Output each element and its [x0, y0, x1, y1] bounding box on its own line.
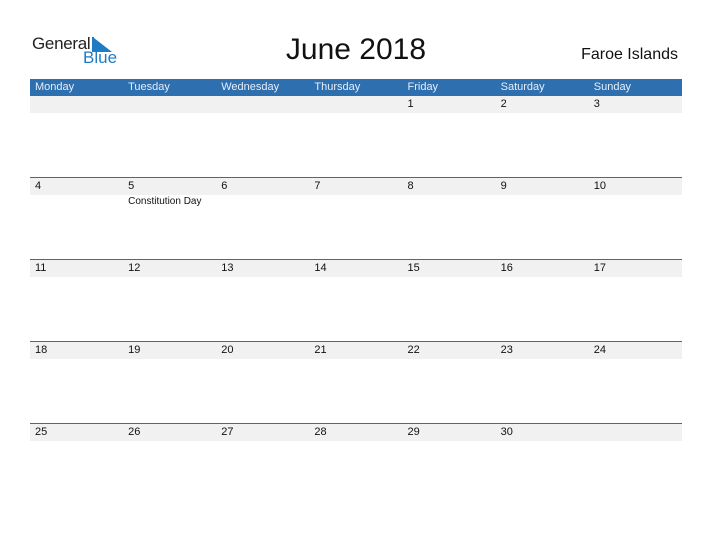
date-strip: 1 2 3 [30, 96, 682, 113]
day-cell [589, 424, 682, 441]
day-cell: 14 [309, 260, 402, 277]
day-number: 30 [500, 426, 513, 438]
day-number: 19 [128, 344, 141, 356]
day-cell: 8 [403, 178, 496, 195]
day-number: 24 [593, 344, 606, 356]
day-number: 29 [407, 426, 420, 438]
day-number: 21 [314, 344, 327, 356]
day-cell: 1 [403, 96, 496, 113]
day-cell: 16 [496, 260, 589, 277]
day-cell: 4 [30, 178, 123, 195]
day-number: 11 [35, 262, 47, 274]
day-number: 28 [314, 426, 327, 438]
day-cell: 6 [216, 178, 309, 195]
holiday-label: Constitution Day [128, 196, 202, 207]
day-number: 17 [593, 262, 606, 274]
day-number: 6 [221, 180, 228, 192]
day-cell: 30 [496, 424, 589, 441]
day-number: 16 [500, 262, 513, 274]
day-number: 8 [407, 180, 414, 192]
day-number: 9 [500, 180, 507, 192]
day-number: 13 [221, 262, 234, 274]
date-strip: 18 19 20 21 22 23 24 [30, 342, 682, 359]
day-cell: 3 [589, 96, 682, 113]
day-number: 27 [221, 426, 234, 438]
day-cell: 9 [496, 178, 589, 195]
day-number: 3 [593, 98, 600, 110]
weekday-friday: Friday [407, 81, 439, 93]
region-label: Faroe Islands [581, 46, 678, 63]
day-cell: 20 [216, 342, 309, 359]
day-number: 2 [500, 98, 507, 110]
weekday-monday: Monday [35, 81, 75, 93]
day-cell: 2 [496, 96, 589, 113]
date-strip: 4 5 Constitution Day 6 7 8 9 10 [30, 178, 682, 207]
weekday-thursday: Thursday [314, 81, 361, 93]
day-cell: 19 [123, 342, 216, 359]
day-number: 18 [35, 344, 48, 356]
date-strip: 11 12 13 14 15 16 17 [30, 260, 682, 277]
weekday-sunday: Sunday [593, 81, 632, 93]
weekday-wednesday: Wednesday [221, 81, 280, 93]
day-number: 5 [128, 180, 135, 192]
week-row: 11 12 13 14 15 16 17 [30, 259, 682, 341]
day-cell: 22 [403, 342, 496, 359]
day-cell: 12 [123, 260, 216, 277]
day-number: 25 [35, 426, 48, 438]
week-row: 1 2 3 [30, 96, 682, 177]
day-cell: 13 [216, 260, 309, 277]
day-cell: 24 [589, 342, 682, 359]
day-cell: 25 [30, 424, 123, 441]
weekday-saturday: Saturday [500, 81, 545, 93]
day-cell: 11 [30, 260, 123, 277]
day-cell [123, 96, 216, 113]
day-cell: 15 [403, 260, 496, 277]
day-cell: 17 [589, 260, 682, 277]
week-row: 25 26 27 28 29 30 [30, 423, 682, 505]
weekday-header: Monday Tuesday Wednesday Thursday Friday… [30, 79, 682, 96]
day-number: 23 [500, 344, 513, 356]
day-cell [30, 96, 123, 113]
day-cell: 7 [309, 178, 402, 195]
day-number: 26 [128, 426, 141, 438]
day-number: 20 [221, 344, 234, 356]
day-cell [216, 96, 309, 113]
week-row: 18 19 20 21 22 23 24 [30, 341, 682, 423]
day-number: 4 [35, 180, 42, 192]
day-number: 14 [314, 262, 327, 274]
day-number: 22 [407, 344, 420, 356]
day-cell: 21 [309, 342, 402, 359]
date-strip: 25 26 27 28 29 30 [30, 424, 682, 441]
day-cell: 29 [403, 424, 496, 441]
day-cell: 27 [216, 424, 309, 441]
day-number: 7 [314, 180, 321, 192]
weekday-tuesday: Tuesday [128, 81, 170, 93]
day-cell: 5 Constitution Day [123, 178, 216, 207]
day-number: 1 [407, 98, 414, 110]
day-number: 10 [593, 180, 606, 192]
calendar-grid: Monday Tuesday Wednesday Thursday Friday… [30, 79, 682, 505]
day-cell: 18 [30, 342, 123, 359]
weeks-container: 1 2 3 4 5 Constitution Day 6 7 8 9 10 11 12 13 14 15 16 1… [30, 96, 682, 505]
day-cell: 26 [123, 424, 216, 441]
day-cell [309, 96, 402, 113]
day-cell: 10 [589, 178, 682, 195]
day-number: 15 [407, 262, 420, 274]
week-row: 4 5 Constitution Day 6 7 8 9 10 [30, 177, 682, 259]
day-cell: 23 [496, 342, 589, 359]
day-number: 12 [128, 262, 141, 274]
day-cell: 28 [309, 424, 402, 441]
